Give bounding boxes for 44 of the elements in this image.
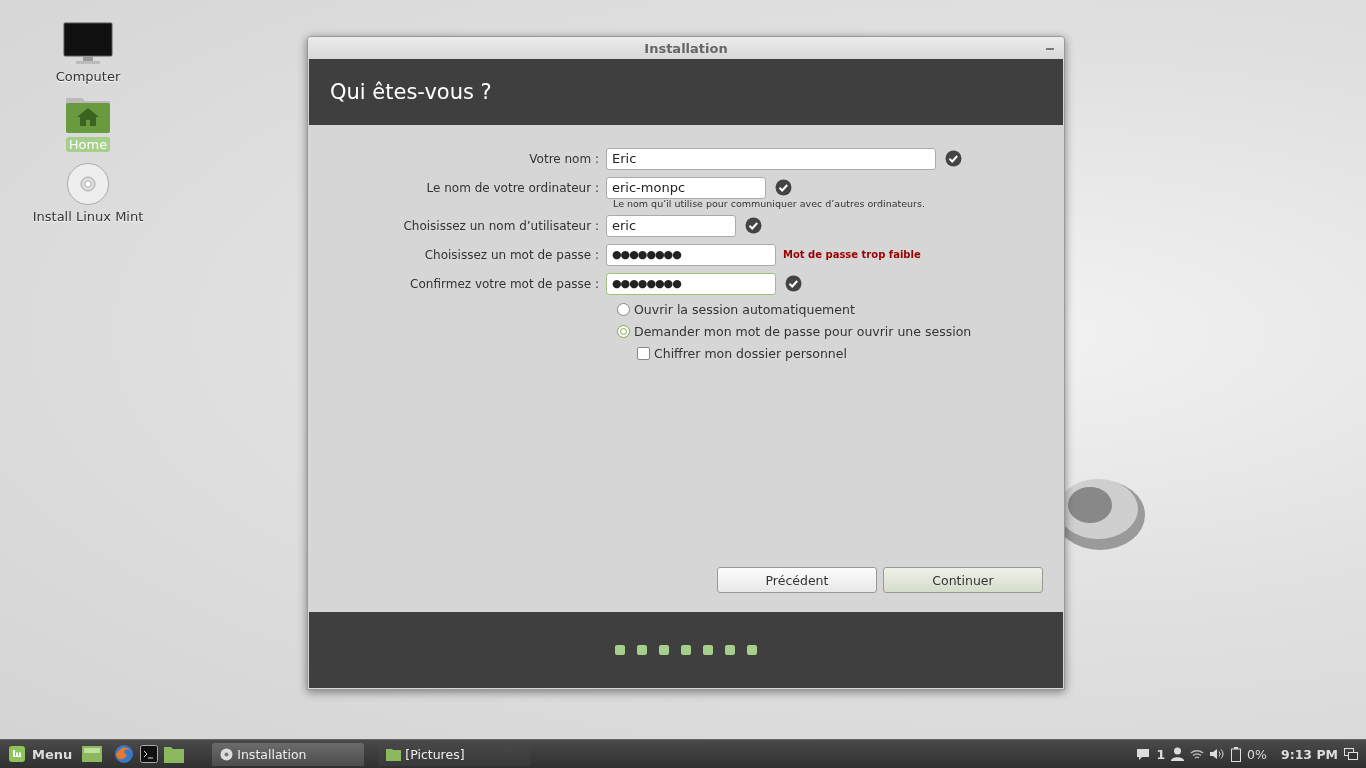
radio-button[interactable] [617,324,630,338]
folder-icon[interactable] [164,745,185,763]
field-label: Confirmez votre mot de passe : [409,276,600,291]
mint-logo-icon [8,745,26,763]
option-label[interactable]: Ouvrir la session automatiquement [634,301,855,317]
input-field[interactable]: eric-monpc [606,176,766,199]
clock[interactable]: 9:13 PM [1280,746,1338,762]
volume-icon[interactable] [1210,748,1226,760]
menu-button[interactable]: Menu [4,745,77,763]
browser-icon[interactable] [114,744,135,764]
input-field[interactable]: eric [606,214,736,237]
user-icon[interactable] [1171,747,1185,761]
field-label: Choisissez un mot de passe : [423,247,600,262]
window-title: Installation [644,40,728,56]
battery-level: 0% [1247,746,1267,762]
show-desktop-icon[interactable] [1344,748,1358,760]
field-hint: Le nom qu’il utilise pour communiquer avec d’autres ordinateurs. [613,198,926,209]
back-button[interactable]: Précédent [717,567,877,593]
desktop-icon[interactable] [82,745,103,763]
password-strength-warning: Mot de passe trop faible [783,249,921,260]
battery-icon[interactable] [1231,746,1242,762]
folder-icon [386,747,402,761]
option-label[interactable]: Demander mon mot de passe pour ouvrir une session [634,323,972,339]
desktop-icon-label[interactable]: Install Linux Mint [29,209,147,224]
input-field[interactable]: Eric [606,147,936,170]
password-field[interactable]: ●●●●●●●● [606,272,776,295]
field-label: Le nom de votre ordinateur : [425,180,600,195]
monitor-icon [63,22,113,66]
desktop-icon-label[interactable]: Computer [52,69,124,84]
option-label[interactable]: Chiffrer mon dossier personnel [654,345,847,361]
page-heading: Qui êtes-vous ? [330,80,492,104]
continue-button[interactable]: Continuer [883,567,1043,593]
radio-button[interactable] [617,302,630,316]
notification-count: 1 [1156,746,1166,762]
terminal-icon[interactable] [140,745,159,763]
field-label: Choisissez un nom d’utilisateur : [402,218,600,233]
disc-icon [66,162,110,206]
field-label: Votre nom : [528,151,600,166]
password-field[interactable]: ●●●●●●●● [606,243,776,266]
chat-bubble-icon[interactable] [1136,747,1151,761]
checkbox[interactable] [637,346,650,360]
disc-icon [220,747,234,761]
wifi-icon[interactable] [1190,748,1205,760]
taskbar-window-button[interactable]: Installation [212,742,365,766]
